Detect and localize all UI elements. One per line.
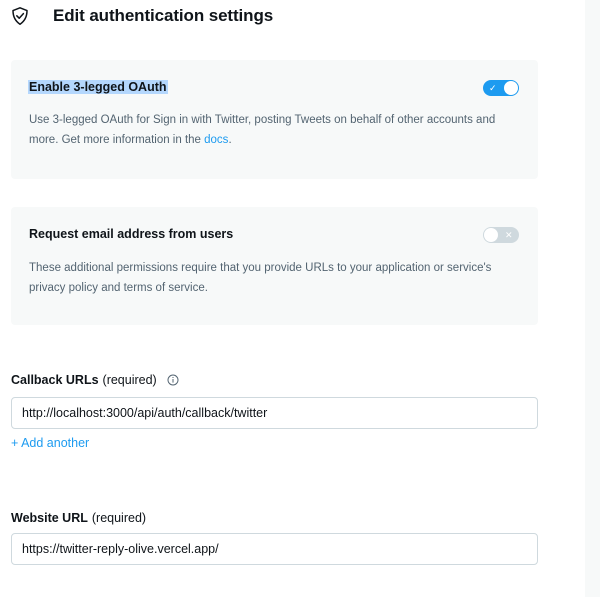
x-mark-icon: ✕	[505, 230, 513, 240]
checkmark-icon: ✓	[489, 83, 497, 93]
oauth-description-text: Use 3-legged OAuth for Sign in with Twit…	[29, 114, 496, 146]
docs-link[interactable]: docs	[204, 134, 228, 146]
callback-required: (required)	[102, 373, 157, 387]
email-description: These additional permissions require tha…	[29, 262, 492, 294]
info-icon[interactable]	[167, 374, 179, 386]
website-url-input[interactable]	[11, 533, 538, 565]
add-another-link[interactable]: + Add another	[11, 436, 89, 450]
website-label-text: Website URL	[11, 511, 88, 525]
oauth-description: Use 3-legged OAuth for Sign in with Twit…	[29, 110, 499, 150]
toggle-knob	[504, 81, 518, 95]
email-card: Request email address from users ✕ These…	[11, 207, 538, 325]
callback-url-input[interactable]	[11, 397, 538, 429]
oauth-description-end: .	[228, 134, 232, 146]
auth-settings-page: Edit authentication settings Enable 3-le…	[0, 0, 600, 597]
page-header: Edit authentication settings	[10, 4, 273, 28]
oauth-card: Enable 3-legged OAuth ✓ Use 3-legged OAu…	[11, 60, 538, 179]
email-title: Request email address from users	[29, 227, 234, 241]
oauth-title: Enable 3-legged OAuth	[28, 80, 168, 94]
shield-check-icon	[10, 6, 30, 26]
oauth-toggle[interactable]: ✓	[483, 80, 519, 96]
page-title: Edit authentication settings	[53, 6, 274, 25]
toggle-knob	[484, 228, 498, 242]
email-toggle[interactable]: ✕	[483, 227, 519, 243]
website-required: (required)	[91, 511, 147, 525]
right-rail	[585, 0, 600, 597]
callback-label-text: Callback URLs	[11, 373, 99, 387]
website-label: Website URL (required)	[11, 511, 146, 525]
callback-label: Callback URLs (required)	[11, 373, 179, 387]
